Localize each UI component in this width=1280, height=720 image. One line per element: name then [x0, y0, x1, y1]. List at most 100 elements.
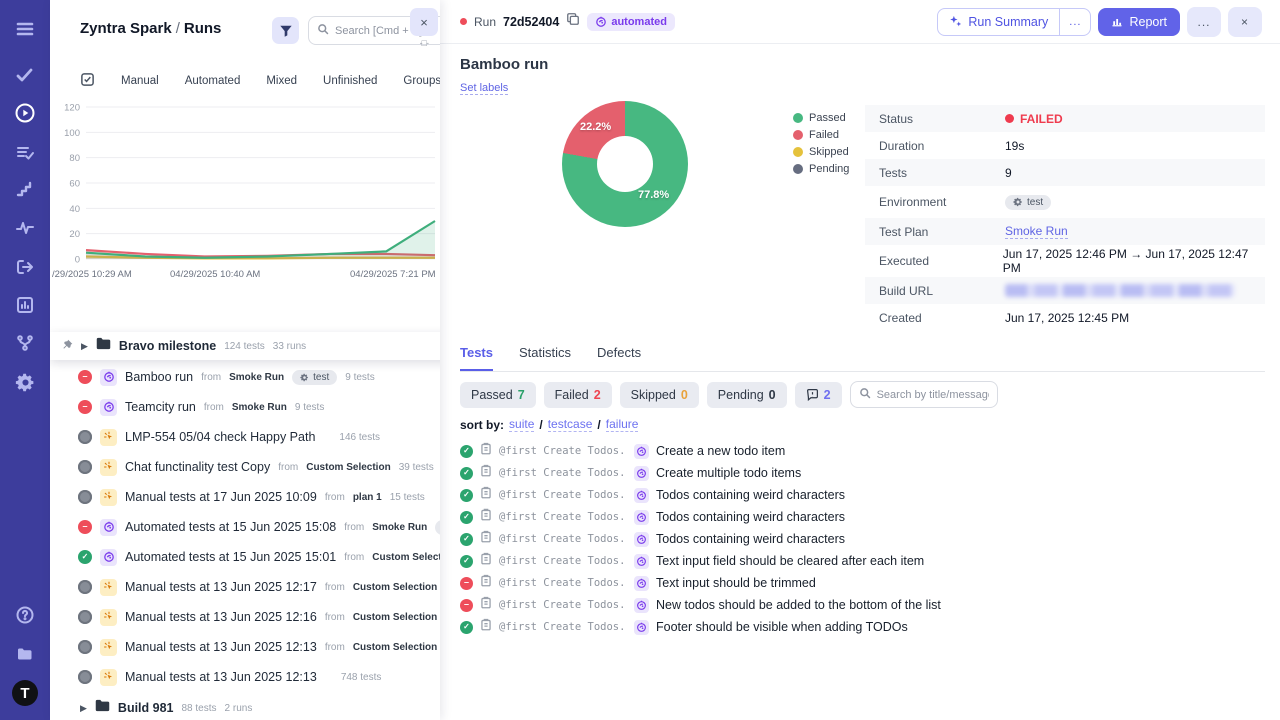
runs-play-icon[interactable] — [0, 98, 50, 128]
tab-statistics[interactable]: Statistics — [519, 345, 571, 371]
test-title[interactable]: Text input field should be cleared after… — [656, 554, 924, 568]
test-row[interactable]: @first Create Todos... Text input should… — [460, 572, 1265, 594]
test-row[interactable]: @first Create Todos... New todos should … — [460, 594, 1265, 616]
run-source[interactable]: Smoke Run — [372, 522, 427, 533]
steps-icon[interactable] — [0, 175, 50, 205]
pulse-icon[interactable] — [0, 213, 50, 243]
run-list-item[interactable]: Manual tests at 13 Jun 2025 12:13 748 te… — [50, 662, 440, 692]
test-row[interactable]: @first Create Todos... Todos containing … — [460, 506, 1265, 528]
tab-automated[interactable]: Automated — [185, 75, 241, 87]
projects-icon[interactable] — [0, 639, 50, 669]
chevron-right-icon[interactable]: ▶ — [80, 703, 87, 714]
report-button[interactable]: Report — [1098, 8, 1180, 36]
test-row[interactable]: @first Create Todos... Footer should be … — [460, 616, 1265, 638]
milestone-row[interactable]: ▶ Bravo milestone 124 tests 33 runs — [50, 332, 440, 360]
run-list-item[interactable]: Chat functinality test Copy from Custom … — [50, 452, 440, 482]
chip-skipped[interactable]: Skipped0 — [620, 382, 699, 408]
test-title[interactable]: Todos containing weird characters — [656, 510, 845, 524]
test-suite[interactable]: @first Create Todos... — [499, 445, 627, 457]
tab-mixed[interactable]: Mixed — [266, 75, 297, 87]
analytics-icon[interactable] — [0, 290, 50, 320]
tests-search-input[interactable] — [877, 389, 989, 401]
test-row[interactable]: @first Create Todos... Todos containing … — [460, 528, 1265, 550]
close-run-button[interactable]: × — [1228, 7, 1262, 37]
test-title[interactable]: Todos containing weird characters — [656, 488, 845, 502]
build-url-redacted-link[interactable] — [1005, 284, 1235, 297]
test-suite[interactable]: @first Create Todos... — [499, 577, 627, 589]
run-source[interactable]: plan 1 — [353, 492, 382, 503]
filter-button[interactable] — [272, 17, 299, 44]
run-list-item[interactable]: Manual tests at 13 Jun 2025 12:13 from C… — [50, 632, 440, 662]
run-summary-button[interactable]: Run Summary ... — [937, 8, 1091, 36]
chip-failed[interactable]: Failed2 — [544, 382, 612, 408]
test-row[interactable]: @first Create Todos... Create multiple t… — [460, 462, 1265, 484]
tab-defects[interactable]: Defects — [597, 345, 641, 371]
run-list-item[interactable]: Automated tests at 15 Jun 2025 15:08 fro… — [50, 512, 440, 542]
project-name[interactable]: Zyntra Spark — [80, 20, 172, 37]
run-list-item[interactable]: Teamcity run from Smoke Run 9 tests — [50, 392, 440, 422]
automated-badge[interactable]: automated — [587, 13, 675, 31]
menu-icon[interactable] — [0, 14, 50, 44]
signin-icon[interactable] — [0, 252, 50, 282]
tab-manual[interactable]: Manual — [121, 75, 159, 87]
run-list-item[interactable]: LMP-554 05/04 check Happy Path 146 tests — [50, 422, 440, 452]
test-suite[interactable]: @first Create Todos... — [499, 621, 627, 633]
test-title[interactable]: New todos should be added to the bottom … — [656, 598, 941, 612]
chip-pending[interactable]: Pending0 — [707, 382, 787, 408]
run-source[interactable]: Custom Selection — [353, 582, 437, 593]
test-title[interactable]: Todos containing weird characters — [656, 532, 845, 546]
env-badge[interactable]: test — [1005, 195, 1051, 210]
sort-failure-link[interactable]: failure — [606, 417, 639, 432]
chip-passed[interactable]: Passed7 — [460, 382, 536, 408]
test-title[interactable]: Create a new todo item — [656, 444, 785, 458]
test-suite[interactable]: @first Create Todos... — [499, 555, 627, 567]
select-all-icon[interactable] — [80, 72, 95, 90]
run-source[interactable]: Smoke Run — [229, 372, 284, 383]
testplan-link[interactable]: Smoke Run — [1005, 224, 1068, 239]
run-list-item[interactable]: Bamboo run from Smoke Run test 9 tests — [50, 362, 440, 392]
test-title[interactable]: Footer should be visible when adding TOD… — [656, 620, 908, 634]
sort-testcase-link[interactable]: testcase — [548, 417, 593, 432]
test-suite[interactable]: @first Create Todos... — [499, 467, 627, 479]
chevron-right-icon[interactable]: ▶ — [81, 341, 88, 352]
chip-comments[interactable]: 2 — [795, 382, 842, 408]
tab-tests[interactable]: Tests — [460, 345, 493, 371]
run-list-item[interactable]: Manual tests at 13 Jun 2025 12:16 from C… — [50, 602, 440, 632]
panel-close-button[interactable]: × — [410, 8, 438, 36]
tests-search[interactable] — [850, 381, 998, 408]
test-row[interactable]: @first Create Todos... Create a new todo… — [460, 440, 1265, 462]
copy-icon[interactable] — [566, 12, 580, 31]
test-suite[interactable]: @first Create Todos... — [499, 489, 627, 501]
test-suite[interactable]: @first Create Todos... — [499, 599, 627, 611]
group-row[interactable]: ▶ Build 981 88 tests 2 runs — [50, 694, 440, 720]
run-source[interactable]: Custom Selection — [372, 552, 440, 563]
tab-unfinished[interactable]: Unfinished — [323, 75, 377, 87]
run-summary-more-button[interactable]: ... — [1059, 9, 1090, 35]
run-source[interactable]: Custom Selection — [353, 642, 437, 653]
tasks-check-icon[interactable] — [0, 60, 50, 90]
test-row[interactable]: @first Create Todos... Todos containing … — [460, 484, 1265, 506]
settings-icon[interactable] — [0, 367, 50, 397]
run-list-item[interactable]: Automated tests at 15 Jun 2025 15:01 fro… — [50, 542, 440, 572]
test-title[interactable]: Create multiple todo items — [656, 466, 801, 480]
help-icon[interactable] — [0, 600, 50, 630]
run-source[interactable]: Custom Selection — [353, 612, 437, 623]
set-labels-link[interactable]: Set labels — [460, 82, 508, 95]
run-source[interactable]: Custom Selection — [306, 462, 390, 473]
test-suite[interactable]: @first Create Todos... — [499, 533, 627, 545]
dock-icon[interactable]: -□- — [420, 38, 428, 48]
sort-suite-link[interactable]: suite — [509, 417, 534, 432]
branches-icon[interactable] — [0, 328, 50, 358]
sort-label: sort by: — [460, 418, 504, 432]
run-list-item[interactable]: Manual tests at 13 Jun 2025 12:17 from C… — [50, 572, 440, 602]
run-list-item[interactable]: Manual tests at 17 Jun 2025 10:09 from p… — [50, 482, 440, 512]
app-logo[interactable]: T — [12, 680, 38, 706]
test-suite[interactable]: @first Create Todos... — [499, 511, 627, 523]
checklist-icon[interactable] — [0, 137, 50, 167]
run-source[interactable]: Smoke Run — [232, 402, 287, 413]
test-title[interactable]: Text input should be trimmed — [656, 576, 816, 590]
more-actions-button[interactable]: ... — [1187, 7, 1221, 37]
run-status-dot — [460, 18, 467, 25]
test-row[interactable]: @first Create Todos... Text input field … — [460, 550, 1265, 572]
tab-groups[interactable]: Groups — [403, 75, 440, 87]
